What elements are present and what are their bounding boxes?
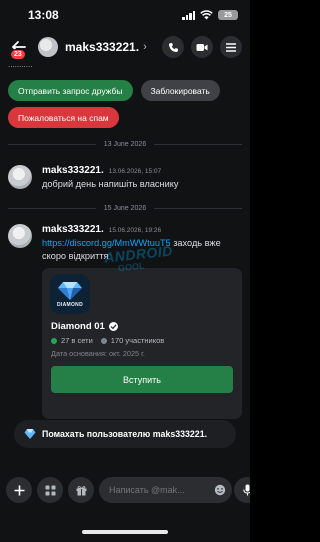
date-label: 15 June 2026 <box>103 205 147 212</box>
status-time: 13:08 <box>28 8 59 22</box>
message-text: добрий день напишіть власнику <box>42 179 179 189</box>
header-actions <box>162 36 242 58</box>
attach-button[interactable] <box>6 477 32 503</box>
date-divider: 13 June 2026 <box>8 141 242 148</box>
wifi-icon <box>200 10 213 20</box>
call-button[interactable] <box>162 36 184 58</box>
message-timestamp: 13.06.2026, 15:07 <box>108 168 162 175</box>
header-username[interactable]: maks333221. <box>65 40 139 54</box>
members-dot-icon <box>100 337 107 344</box>
avatar[interactable] <box>38 37 58 57</box>
avatar[interactable] <box>8 165 32 189</box>
chevron-right-icon[interactable]: › <box>143 41 147 53</box>
date-divider: 15 June 2026 <box>8 205 242 212</box>
avatar[interactable] <box>8 224 32 248</box>
server-stats: 27 в сети 170 участников <box>51 336 164 345</box>
online-dot-icon <box>51 337 57 344</box>
wave-banner[interactable]: Помахать пользователю maks333221. <box>14 420 236 448</box>
message-composer <box>0 475 250 505</box>
message-author[interactable]: maks333221. <box>42 224 104 235</box>
server-name: Diamond 01 <box>51 321 118 332</box>
message-item[interactable]: maks333221. 13.06.2026, 15:07 добрий ден… <box>8 165 244 191</box>
video-icon <box>196 43 208 51</box>
server-icon: DIAMOND <box>50 274 90 314</box>
home-indicator[interactable] <box>82 530 168 534</box>
battery-icon: 25 <box>218 10 238 20</box>
unread-badge: 23 <box>10 49 26 60</box>
signal-icon <box>182 10 195 20</box>
server-icon-text: DIAMOND <box>57 301 83 308</box>
apps-button[interactable] <box>37 477 63 503</box>
scrolled-text: ........... <box>8 60 33 69</box>
video-button[interactable] <box>191 36 213 58</box>
server-founded: Дата основания: окт. 2025 г. <box>51 349 145 358</box>
wave-text: Помахать пользователю maks333221. <box>42 429 208 439</box>
server-invite-card: DIAMOND Diamond 01 27 в сети 170 участни… <box>42 268 242 419</box>
message-author[interactable]: maks333221. <box>42 165 104 176</box>
menu-icon <box>226 42 236 52</box>
microphone-icon <box>242 484 250 496</box>
friend-request-button[interactable]: Отправить запрос дружбы <box>8 80 133 101</box>
dm-actions-row-1: Отправить запрос дружбы Заблокировать <box>8 80 220 101</box>
message-header: maks333221. 15.06.2026, 19:26 <box>42 224 244 235</box>
online-count: 27 в сети <box>61 336 93 345</box>
phone-icon <box>168 42 178 52</box>
gift-icon <box>76 485 86 495</box>
member-count: 170 участников <box>110 336 165 345</box>
message-timestamp: 15.06.2026, 19:26 <box>108 227 162 234</box>
plus-icon <box>14 485 24 495</box>
dm-screen: 13:08 25 23 maks333221. › ........... От… <box>0 0 250 542</box>
verified-icon <box>108 322 118 331</box>
wave-icon <box>24 429 36 439</box>
chat-header: 23 maks333221. › <box>0 30 250 64</box>
gift-button[interactable] <box>68 477 94 503</box>
status-bar: 13:08 25 <box>0 0 250 30</box>
voice-message-button[interactable] <box>234 477 250 503</box>
join-server-button[interactable]: Вступить <box>51 366 233 393</box>
emoji-button[interactable] <box>211 477 229 503</box>
message-header: maks333221. 13.06.2026, 15:07 <box>42 165 244 176</box>
dm-actions-row-2: Пожаловаться на спам <box>8 107 119 128</box>
server-name-text: Diamond 01 <box>51 321 105 332</box>
diamond-icon <box>58 281 82 300</box>
date-label: 13 June 2026 <box>103 141 147 148</box>
report-spam-button[interactable]: Пожаловаться на спам <box>8 107 119 128</box>
message-body: maks333221. 13.06.2026, 15:07 добрий ден… <box>42 165 244 191</box>
back-button[interactable]: 23 <box>8 36 30 60</box>
emoji-icon <box>214 484 226 496</box>
status-icons: 25 <box>182 10 238 20</box>
block-button[interactable]: Заблокировать <box>140 80 220 101</box>
menu-button[interactable] <box>220 36 242 58</box>
apps-icon <box>45 485 55 495</box>
